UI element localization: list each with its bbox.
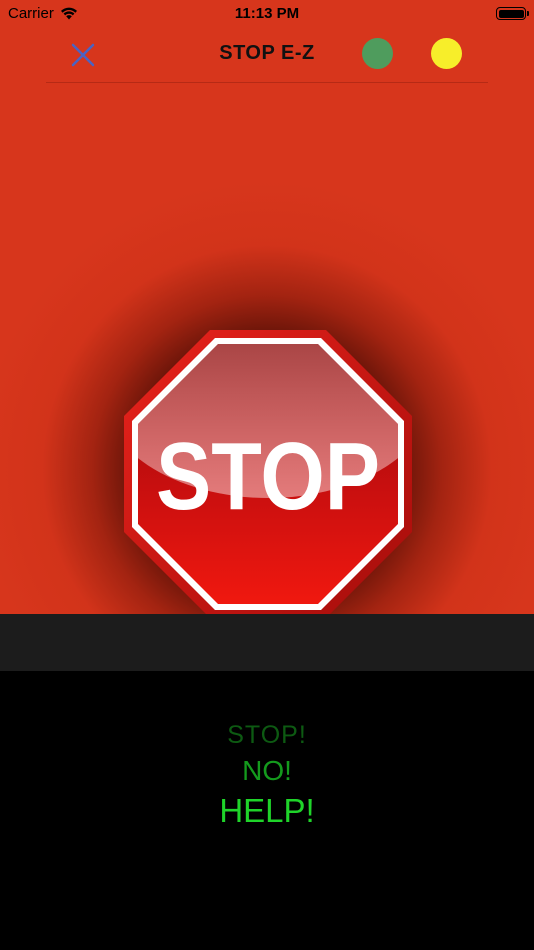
- nav-divider: [46, 82, 488, 83]
- status-time: 11:13 PM: [234, 5, 300, 22]
- phrase-no[interactable]: NO!: [0, 755, 534, 787]
- stop-sign-button[interactable]: STOP: [120, 326, 416, 614]
- phrase-stop[interactable]: STOP!: [0, 721, 534, 750]
- battery-fill: [498, 9, 524, 18]
- stop-sign-label: STOP: [156, 423, 380, 530]
- green-dot-button[interactable]: [362, 38, 393, 69]
- separator-bar: [0, 614, 534, 671]
- yellow-dot-button[interactable]: [431, 38, 462, 69]
- app-screen: Carrier 11:13 PM STOP E-Z STOP STOP! NO!…: [0, 0, 534, 950]
- battery-icon: [496, 7, 529, 20]
- phrase-help[interactable]: HELP!: [0, 792, 534, 830]
- phrase-panel: STOP! NO! HELP!: [0, 671, 534, 950]
- nav-bar: STOP E-Z: [0, 28, 534, 80]
- stop-panel: Carrier 11:13 PM STOP E-Z STOP: [0, 0, 534, 614]
- status-bar: Carrier 11:13 PM: [0, 0, 534, 28]
